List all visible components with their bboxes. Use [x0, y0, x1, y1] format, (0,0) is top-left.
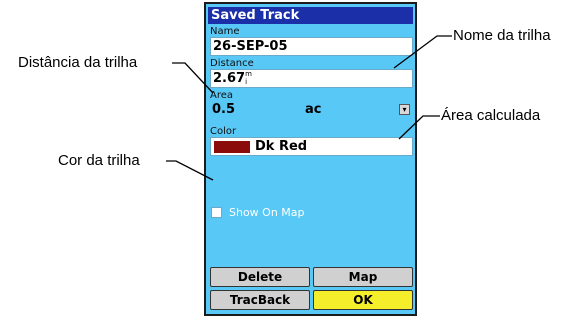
- callout-area: Área calculada: [441, 107, 541, 124]
- callout-color: Cor da trilha: [58, 152, 140, 169]
- callout-distance: Distância da trilha: [18, 54, 138, 71]
- callout-name: Nome da trilha: [453, 27, 551, 44]
